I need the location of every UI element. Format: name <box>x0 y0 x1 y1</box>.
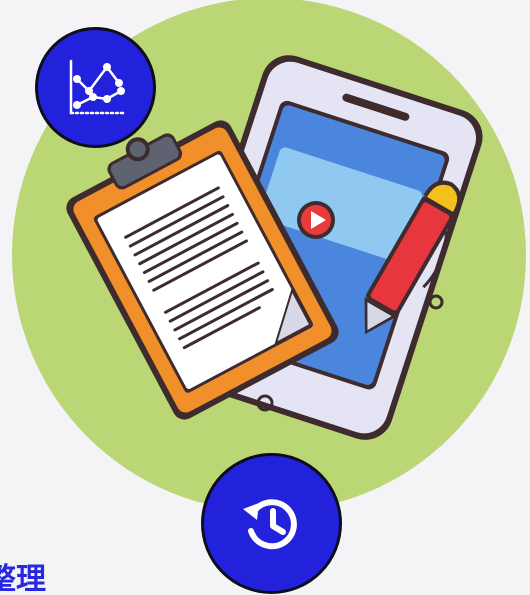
app-graphic: 整理 <box>0 0 530 595</box>
line-chart-icon <box>69 59 126 114</box>
history-clock-icon <box>242 498 297 549</box>
caption-text: 整理 <box>0 563 46 595</box>
chart-badge-button[interactable] <box>35 27 156 148</box>
history-badge-button[interactable] <box>201 453 342 594</box>
